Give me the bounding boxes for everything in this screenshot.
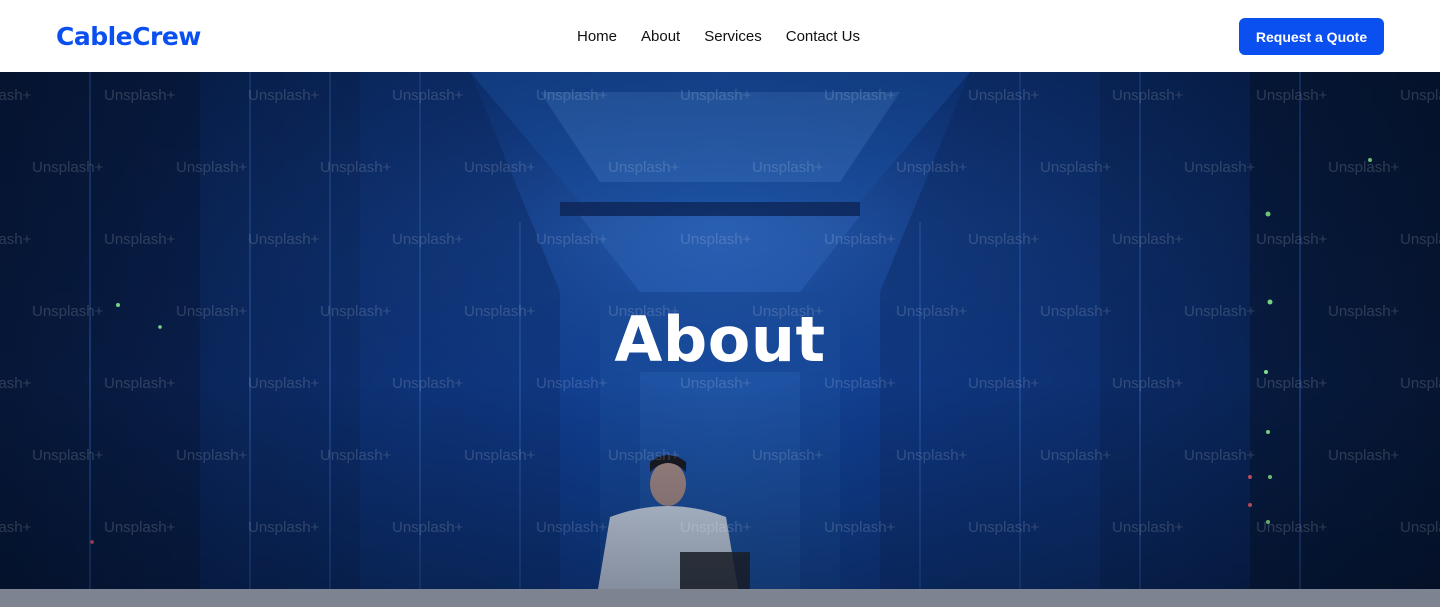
svg-text:Unsplash+: Unsplash+: [968, 519, 1040, 536]
svg-text:Unsplash+: Unsplash+: [1328, 447, 1400, 464]
svg-text:Unsplash+: Unsplash+: [32, 159, 104, 176]
svg-text:Unsplash+: Unsplash+: [0, 231, 32, 248]
svg-text:Unsplash+: Unsplash+: [104, 87, 176, 104]
nav-link-about[interactable]: About: [641, 27, 680, 47]
svg-text:Unsplash+: Unsplash+: [1112, 231, 1184, 248]
svg-text:Unsplash+: Unsplash+: [968, 87, 1040, 104]
svg-text:Unsplash+: Unsplash+: [536, 231, 608, 248]
svg-text:Unsplash+: Unsplash+: [1112, 375, 1184, 392]
svg-text:Unsplash+: Unsplash+: [0, 375, 32, 392]
svg-text:Unsplash+: Unsplash+: [248, 87, 320, 104]
svg-text:Unsplash+: Unsplash+: [680, 375, 752, 392]
svg-text:Unsplash+: Unsplash+: [1256, 231, 1328, 248]
svg-text:Unsplash+: Unsplash+: [392, 231, 464, 248]
svg-text:Unsplash+: Unsplash+: [1400, 375, 1440, 392]
svg-text:Unsplash+: Unsplash+: [392, 519, 464, 536]
svg-text:Unsplash+: Unsplash+: [896, 159, 968, 176]
svg-text:Unsplash+: Unsplash+: [1184, 447, 1256, 464]
watermark-text: Unsplash+: [0, 87, 32, 104]
svg-text:Unsplash+: Unsplash+: [1256, 87, 1328, 104]
svg-text:Unsplash+: Unsplash+: [1256, 375, 1328, 392]
svg-text:Unsplash+: Unsplash+: [1112, 519, 1184, 536]
svg-text:Unsplash+: Unsplash+: [1328, 159, 1400, 176]
svg-text:Unsplash+: Unsplash+: [104, 375, 176, 392]
svg-text:Unsplash+: Unsplash+: [824, 375, 896, 392]
nav-link-services[interactable]: Services: [704, 27, 762, 47]
svg-text:Unsplash+: Unsplash+: [824, 231, 896, 248]
svg-text:Unsplash+: Unsplash+: [464, 447, 536, 464]
svg-text:Unsplash+: Unsplash+: [248, 375, 320, 392]
svg-text:Unsplash+: Unsplash+: [536, 87, 608, 104]
svg-text:Unsplash+: Unsplash+: [608, 447, 680, 464]
svg-text:Unsplash+: Unsplash+: [1112, 87, 1184, 104]
svg-text:Unsplash+: Unsplash+: [176, 447, 248, 464]
svg-text:Unsplash+: Unsplash+: [968, 375, 1040, 392]
svg-text:Unsplash+: Unsplash+: [680, 231, 752, 248]
nav-link-contact[interactable]: Contact Us: [786, 27, 860, 47]
svg-text:Unsplash+: Unsplash+: [680, 87, 752, 104]
svg-text:Unsplash+: Unsplash+: [0, 519, 32, 536]
section-divider: [0, 589, 1440, 607]
svg-text:Unsplash+: Unsplash+: [1400, 519, 1440, 536]
svg-text:Unsplash+: Unsplash+: [536, 519, 608, 536]
svg-text:Unsplash+: Unsplash+: [320, 159, 392, 176]
svg-text:Unsplash+: Unsplash+: [176, 159, 248, 176]
brand-logo[interactable]: CableCrew: [56, 20, 201, 54]
svg-text:Unsplash+: Unsplash+: [1400, 231, 1440, 248]
svg-text:Unsplash+: Unsplash+: [464, 159, 536, 176]
svg-text:Unsplash+: Unsplash+: [248, 519, 320, 536]
svg-text:Unsplash+: Unsplash+: [824, 519, 896, 536]
svg-text:Unsplash+: Unsplash+: [968, 231, 1040, 248]
main-nav: Home About Services Contact Us: [577, 27, 860, 47]
svg-text:Unsplash+: Unsplash+: [392, 87, 464, 104]
svg-text:Unsplash+: Unsplash+: [32, 447, 104, 464]
svg-text:Unsplash+: Unsplash+: [1040, 159, 1112, 176]
svg-text:Unsplash+: Unsplash+: [1256, 519, 1328, 536]
svg-text:Unsplash+: Unsplash+: [1400, 87, 1440, 104]
svg-text:Unsplash+: Unsplash+: [104, 231, 176, 248]
svg-text:Unsplash+: Unsplash+: [680, 519, 752, 536]
svg-text:Unsplash+: Unsplash+: [1184, 159, 1256, 176]
request-quote-button[interactable]: Request a Quote: [1239, 18, 1384, 55]
svg-text:Unsplash+: Unsplash+: [752, 447, 824, 464]
svg-text:Unsplash+: Unsplash+: [536, 375, 608, 392]
svg-text:Unsplash+: Unsplash+: [104, 519, 176, 536]
svg-text:Unsplash+: Unsplash+: [824, 87, 896, 104]
svg-text:Unsplash+: Unsplash+: [752, 159, 824, 176]
svg-text:Unsplash+: Unsplash+: [248, 231, 320, 248]
top-navbar: CableCrew Home About Services Contact Us…: [0, 0, 1440, 72]
svg-text:Unsplash+: Unsplash+: [608, 159, 680, 176]
svg-text:Unsplash+: Unsplash+: [392, 375, 464, 392]
hero-banner: Unsplash+ Unsplash+ Unsplash+ Unsplash+ …: [0, 72, 1440, 589]
svg-text:Unsplash+: Unsplash+: [896, 447, 968, 464]
svg-text:Unsplash+: Unsplash+: [1040, 447, 1112, 464]
nav-link-home[interactable]: Home: [577, 27, 617, 47]
hero-title: About: [614, 303, 826, 376]
svg-text:Unsplash+: Unsplash+: [320, 447, 392, 464]
